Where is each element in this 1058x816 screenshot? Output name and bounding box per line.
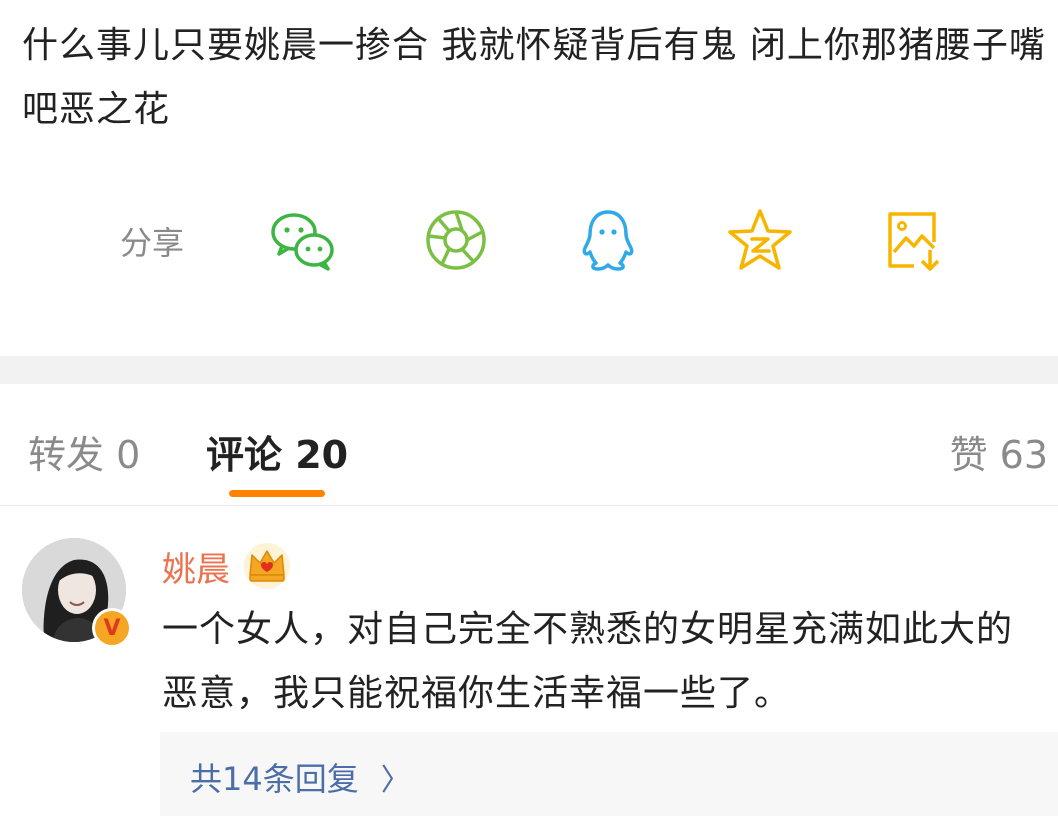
share-row: 分享 bbox=[0, 196, 1058, 286]
moments-icon bbox=[426, 210, 486, 270]
tab-likes[interactable]: 赞 63 bbox=[950, 424, 1048, 479]
active-tab-indicator bbox=[229, 490, 325, 497]
view-replies-label: 共14条回复 bbox=[190, 760, 359, 798]
qq-icon bbox=[582, 210, 634, 271]
section-divider bbox=[0, 356, 1058, 384]
qzone-star-icon bbox=[728, 209, 792, 270]
crown-icon bbox=[244, 543, 290, 589]
wechat-icon bbox=[271, 213, 334, 271]
comment-header: 姚晨 bbox=[162, 538, 292, 594]
verified-badge-icon: V bbox=[95, 611, 129, 645]
share-qzone-button[interactable] bbox=[724, 204, 796, 276]
chevron-right-icon: 〉 bbox=[380, 763, 411, 798]
share-label: 分享 bbox=[120, 224, 185, 262]
comment-author-name[interactable]: 姚晨 bbox=[162, 542, 230, 591]
feedback-tabs: 转发 0 评论 20 赞 63 bbox=[0, 384, 1058, 506]
tab-comments[interactable]: 评论 20 bbox=[206, 424, 348, 479]
verified-badge: V bbox=[92, 608, 132, 648]
share-moments-button[interactable] bbox=[420, 204, 492, 276]
share-wechat-button[interactable] bbox=[266, 204, 338, 276]
comment-text: 一个女人，对自己完全不熟悉的女明星充满如此大的恶意，我只能祝福你生活幸福一些了。 bbox=[162, 609, 1014, 714]
post-text: 什么事儿只要姚晨一掺合 我就怀疑背后有鬼 闭上你那猪腰子嘴吧恶之花 bbox=[22, 25, 1046, 130]
save-image-button[interactable] bbox=[878, 204, 950, 276]
share-qq-button[interactable] bbox=[572, 204, 644, 276]
view-replies-link[interactable]: 共14条回复 〉 bbox=[190, 754, 411, 800]
save-image-icon bbox=[888, 212, 940, 271]
comment-item: V 姚晨 一个女人，对自己完全不熟悉的女明星充满如此大的恶意，我只能祝福你生活幸… bbox=[0, 508, 1058, 816]
replies-box: 共14条回复 〉 bbox=[160, 732, 1058, 816]
tab-repost[interactable]: 转发 0 bbox=[28, 424, 140, 479]
